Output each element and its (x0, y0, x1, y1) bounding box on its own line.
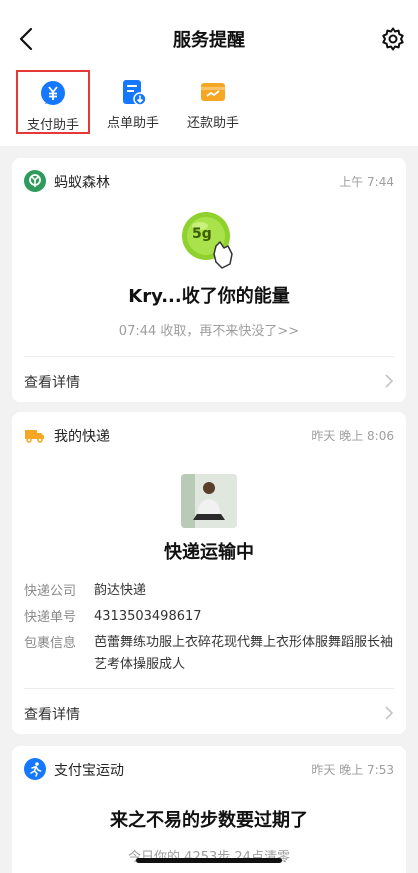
forest-tree-icon (24, 170, 46, 192)
shortcut-label: 还款助手 (186, 116, 239, 131)
card-headline: Kry...收了你的能量 (128, 286, 290, 307)
product-photo-image (181, 474, 237, 528)
card-timestamp: 昨天 晚上 7:53 (311, 763, 394, 777)
gear-icon[interactable] (380, 26, 406, 52)
info-key: 快递公司 (24, 584, 77, 599)
view-details-row[interactable]: 查看详情 (24, 364, 394, 398)
shortcut-label: 点单助手 (106, 116, 159, 131)
shortcut-order-assistant[interactable]: 点单助手 (96, 70, 170, 134)
card-timestamp: 上午 7:44 (339, 175, 394, 189)
page-title: 服务提醒 (173, 30, 245, 51)
card-repay-icon (201, 83, 225, 101)
energy-ball: 5g (180, 210, 242, 272)
info-row-tracking: 快递单号 4313503498617 (24, 606, 394, 628)
info-key: 快递单号 (24, 610, 77, 625)
card-header: 我的快递 昨天 晚上 8:06 (24, 424, 394, 448)
card-source-name: 我的快递 (54, 429, 110, 445)
card-timestamp: 昨天 晚上 8:06 (311, 429, 394, 443)
forest-notification-card: 蚂蚁森林 上午 7:44 5g Kry...收了你的能量 07:44 收取，再不… (12, 158, 406, 402)
shortcut-repay-assistant[interactable]: 还款助手 (176, 70, 250, 134)
home-indicator[interactable] (136, 858, 282, 863)
sport-notification-card: 支付宝运动 昨天 晚上 7:53 来之不易的步数要过期了 今日你的 4253步 … (12, 746, 406, 873)
card-source-name: 蚂蚁森林 (54, 175, 110, 191)
running-icon (24, 758, 46, 780)
tracking-number[interactable]: 4313503498617 (94, 606, 394, 628)
shortcut-payment-assistant[interactable]: 支付助手 (16, 70, 90, 134)
card-header: 支付宝运动 昨天 晚上 7:53 (24, 758, 394, 782)
card-subtext-link[interactable]: 07:44 收取，再不来快没了>> (12, 320, 406, 339)
card-header: 蚂蚁森林 上午 7:44 (24, 170, 394, 194)
info-row-company: 快递公司 韵达快递 (24, 580, 394, 602)
product-thumbnail (181, 474, 237, 528)
express-notification-card: 我的快递 昨天 晚上 8:06 快递运输中 快递公司 韵达快递 快递单号 431… (12, 412, 406, 734)
divider (24, 688, 394, 689)
info-row-package: 包裹信息 芭蕾舞练功服上衣碎花现代舞上衣形体服舞蹈服长袖艺考体操服成人 (24, 632, 394, 676)
card-headline: 快递运输中 (164, 542, 254, 563)
view-details-row[interactable]: 查看详情 (24, 696, 394, 730)
top-bar: 服务提醒 (0, 0, 418, 60)
energy-amount: 5g (192, 226, 212, 242)
chevron-right-icon (385, 706, 394, 720)
divider (24, 356, 394, 357)
chevron-right-icon (385, 374, 394, 388)
truck-icon (25, 430, 44, 443)
view-details-label: 查看详情 (24, 707, 80, 723)
yen-bubble-icon (41, 81, 65, 105)
shortcut-bar: 支付助手 点单助手 还款助手 (0, 60, 418, 146)
card-source-name: 支付宝运动 (54, 763, 124, 779)
card-headline: 来之不易的步数要过期了 (110, 810, 308, 831)
shortcut-label: 支付助手 (26, 118, 79, 133)
order-doc-icon (123, 80, 147, 106)
info-key: 包裹信息 (24, 636, 77, 651)
info-value: 韵达快递 (94, 583, 147, 598)
view-details-label: 查看详情 (24, 375, 80, 391)
info-value: 芭蕾舞练功服上衣碎花现代舞上衣形体服舞蹈服长袖艺考体操服成人 (94, 635, 394, 672)
